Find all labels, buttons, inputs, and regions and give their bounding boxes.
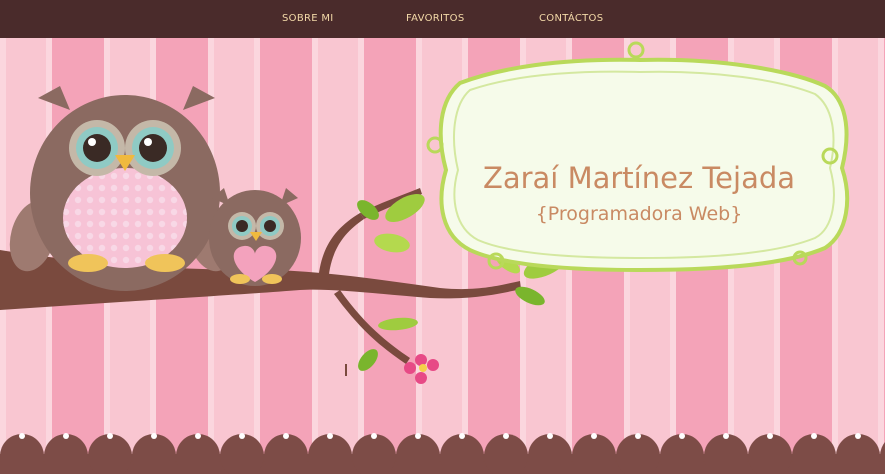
top-navbar: SOBRE MI FAVORITOS CONTÁCTOS [0,0,885,38]
branch-twig [345,364,347,376]
small-owl-icon [209,188,301,286]
hero-illustration [0,38,885,474]
nav-link-sobre-mi[interactable]: SOBRE MI [282,13,334,24]
hero-banner: Zaraí Martínez Tejada {Programadora Web} [0,38,885,474]
nav-link-contactos[interactable]: CONTÁCTOS [539,13,603,24]
title-frame [426,41,850,273]
nav-link-favoritos[interactable]: FAVORITOS [406,13,465,24]
hero-subtitle: {Programadora Web} [535,203,743,225]
hero-name-title: Zaraí Martínez Tejada [482,161,796,195]
